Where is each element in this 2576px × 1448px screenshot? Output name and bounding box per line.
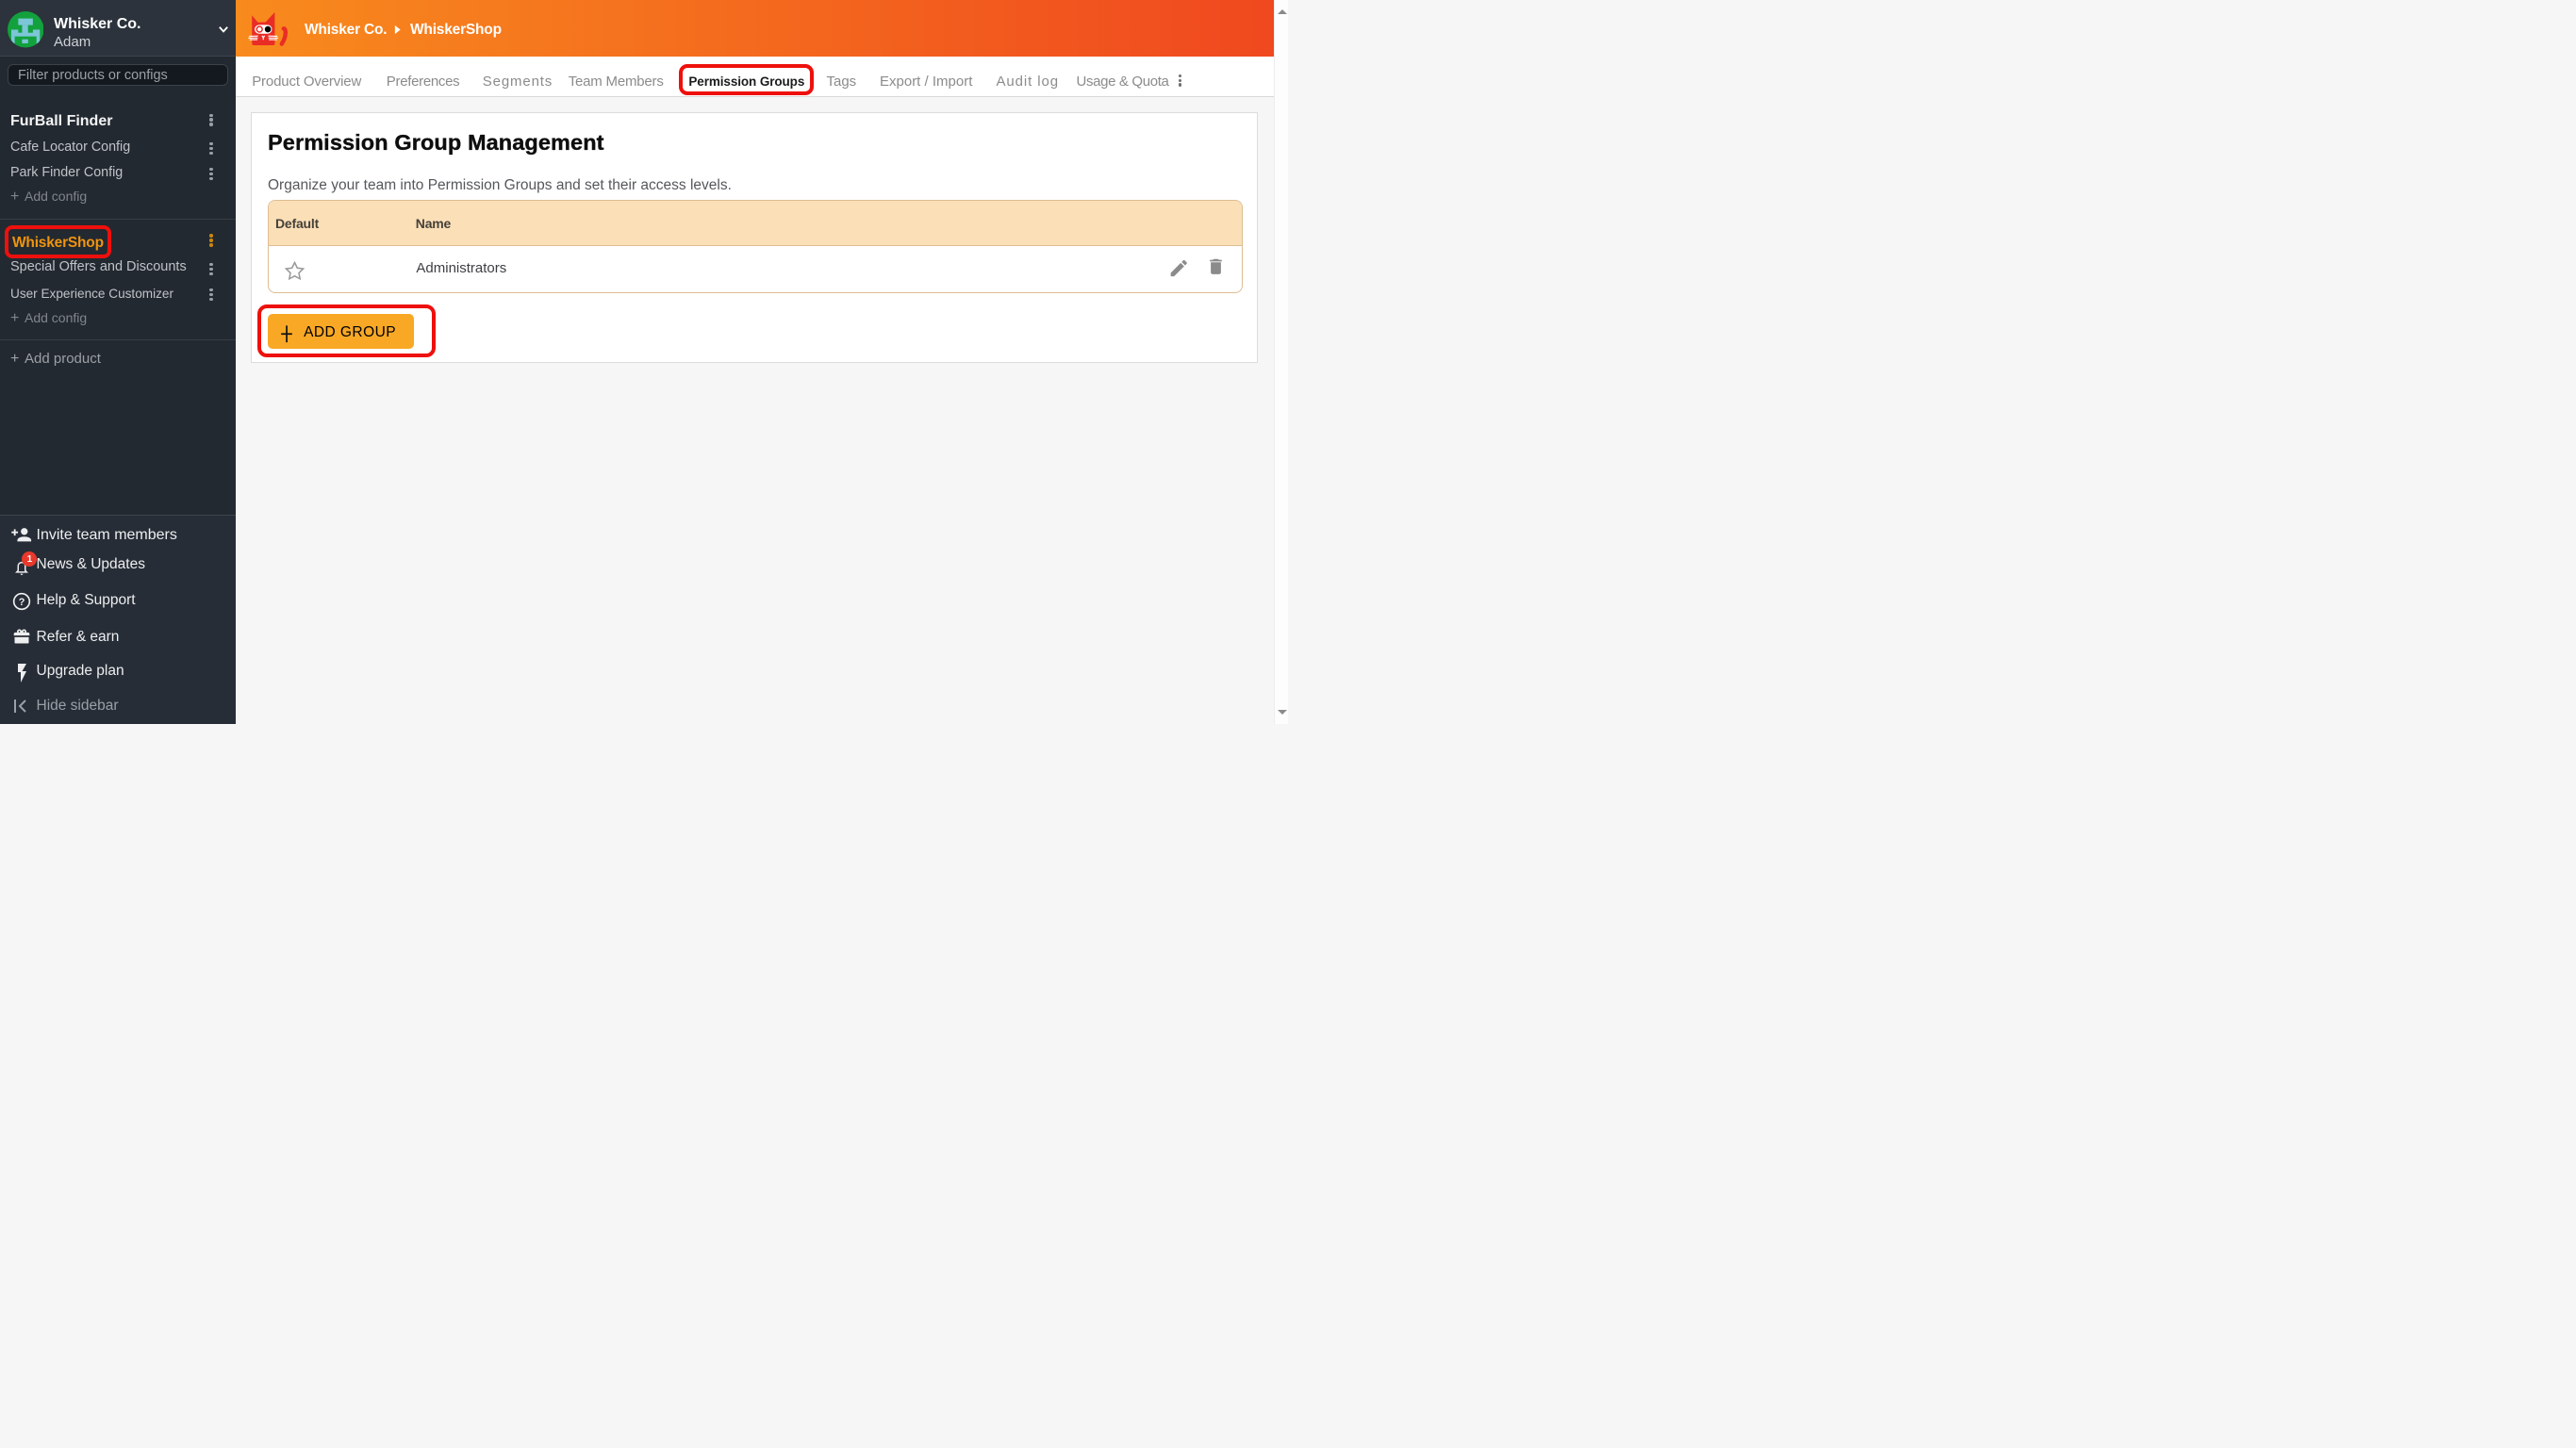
svg-text:?: ? xyxy=(19,597,25,608)
